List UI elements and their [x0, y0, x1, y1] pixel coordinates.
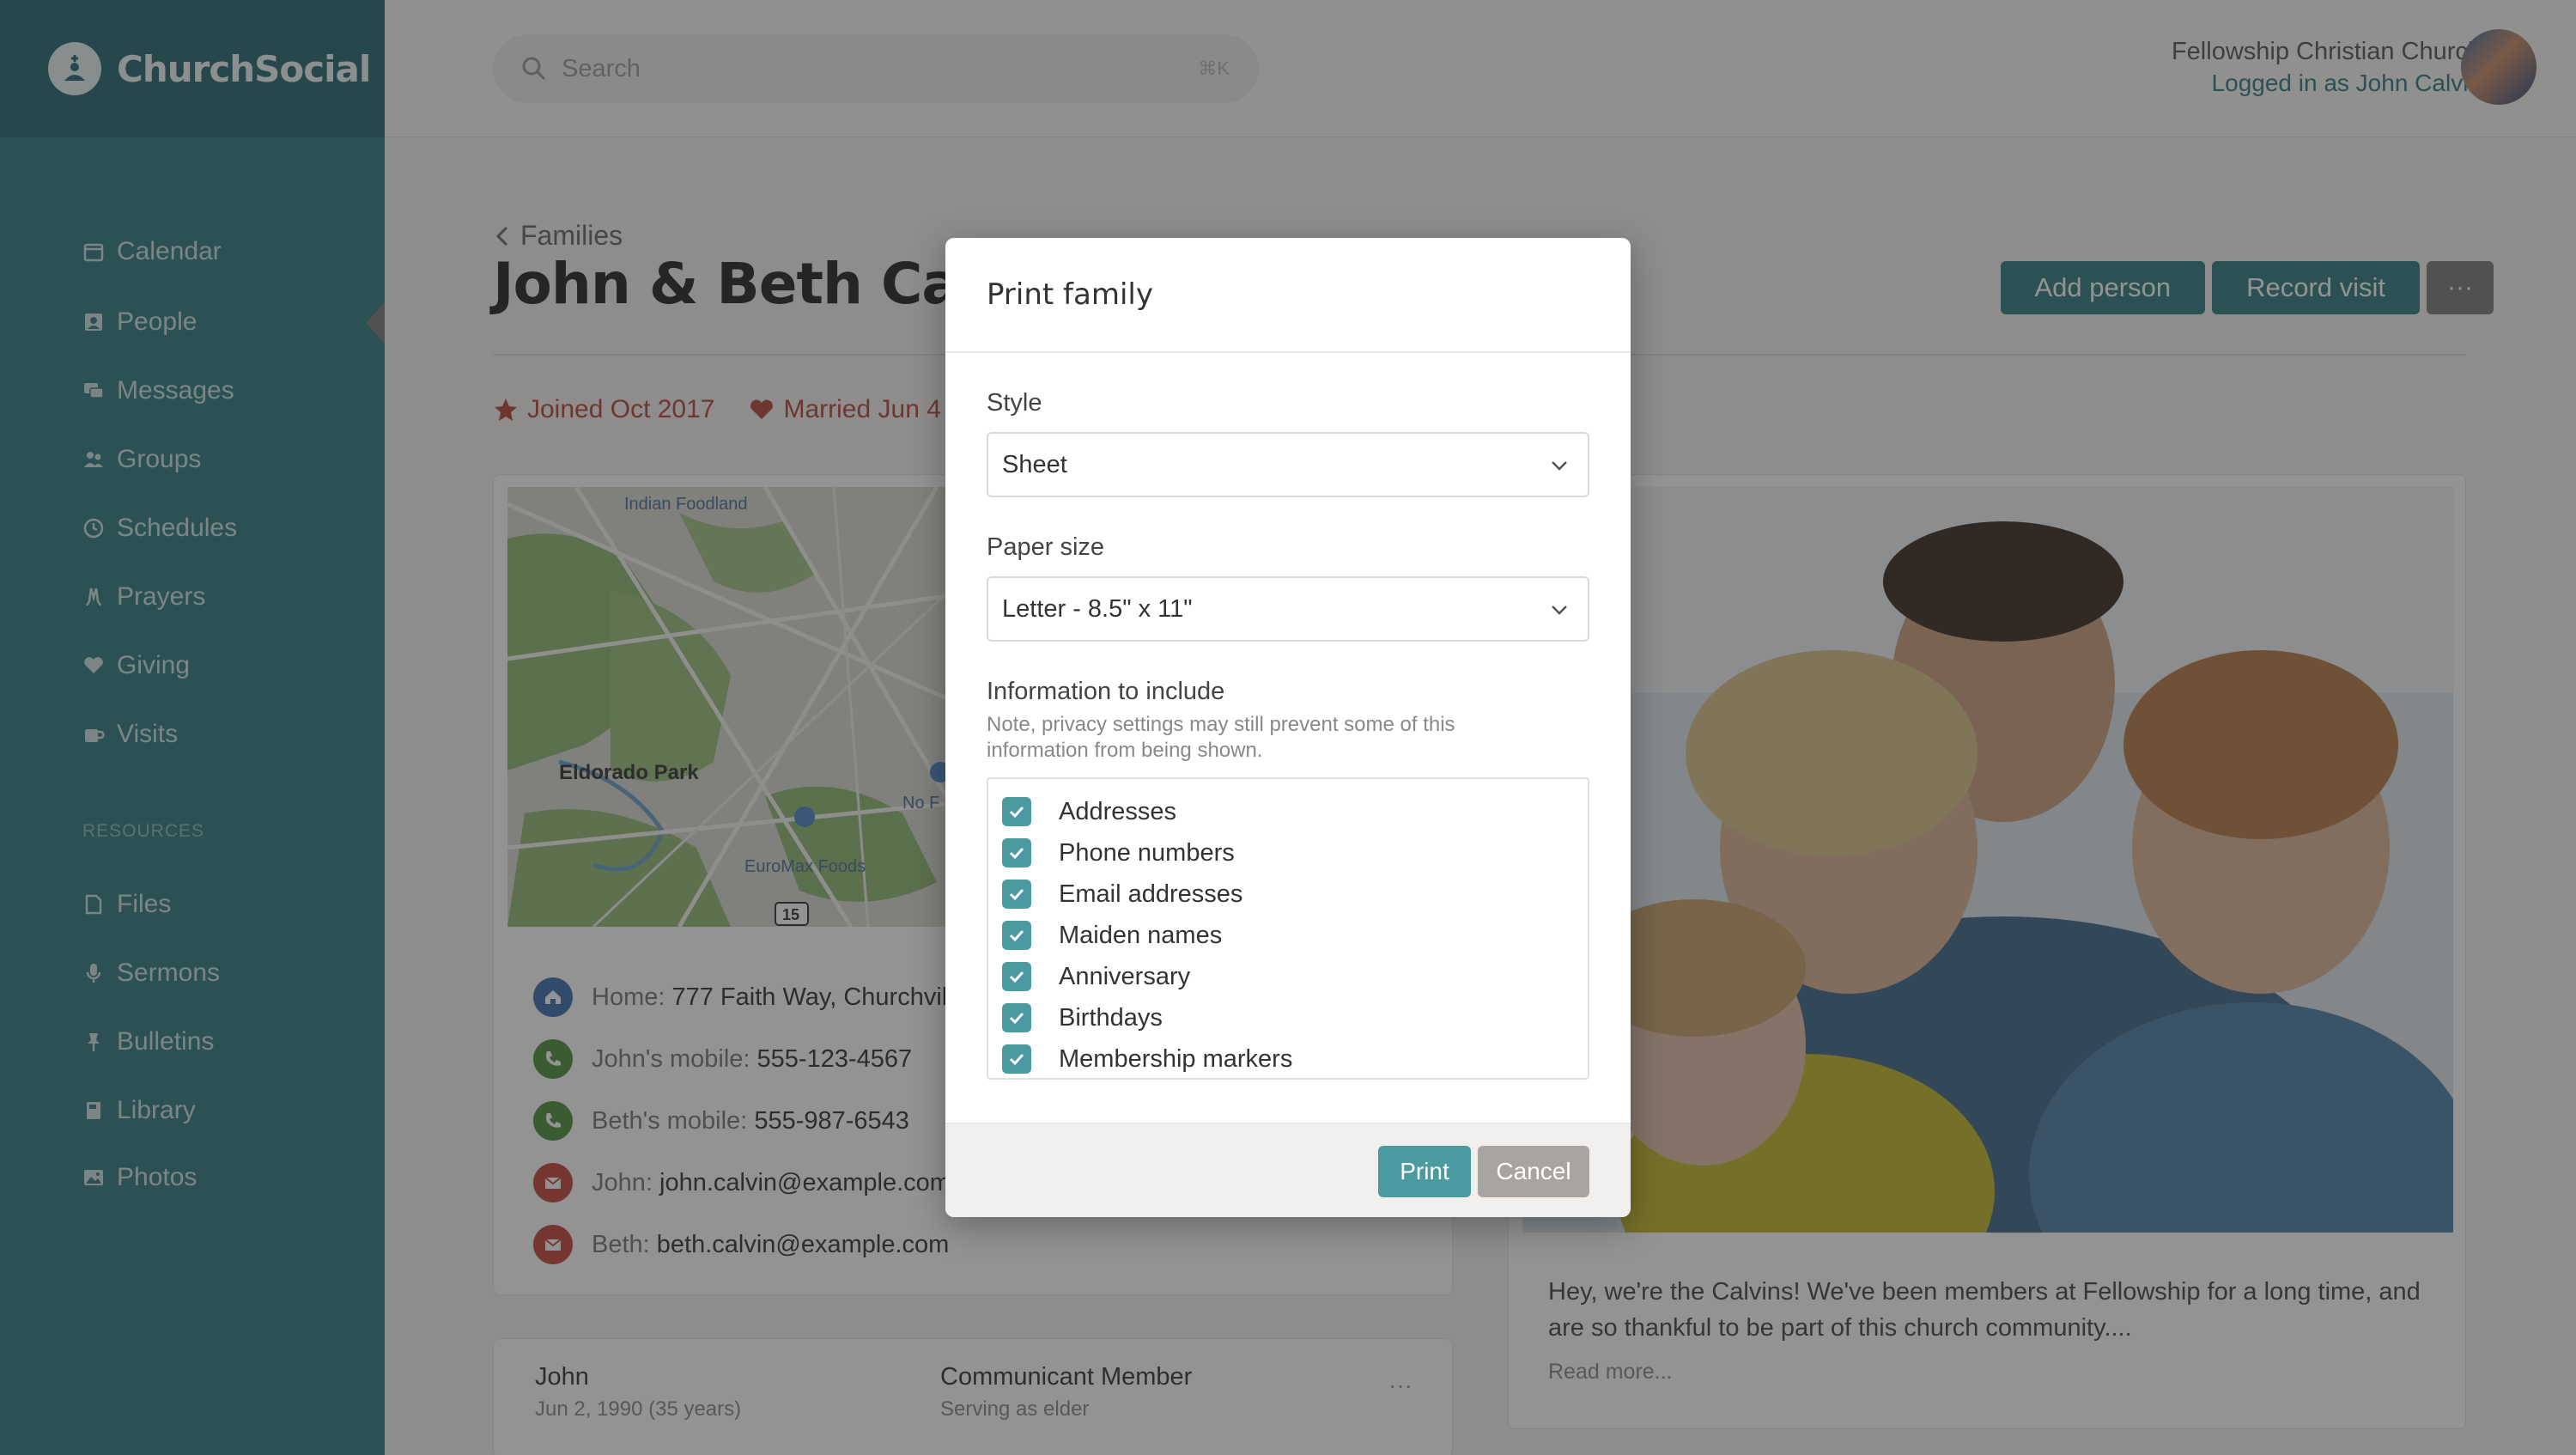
option-label: Addresses	[1059, 797, 1177, 825]
option-label: Membership markers	[1059, 1044, 1293, 1073]
option-maiden-names[interactable]: Maiden names	[988, 915, 1588, 956]
dialog-footer: Print Cancel	[945, 1123, 1631, 1217]
style-label: Style	[987, 389, 1042, 417]
chevron-down-icon	[1552, 606, 1567, 615]
chevron-down-icon	[1552, 461, 1567, 471]
option-addresses[interactable]: Addresses	[988, 791, 1588, 832]
option-label: Email addresses	[1059, 880, 1243, 908]
info-include-label: Information to include	[987, 678, 1225, 705]
checkbox-checked[interactable]	[1002, 797, 1031, 826]
option-birthdays[interactable]: Birthdays	[988, 997, 1588, 1038]
option-label: Birthdays	[1059, 1003, 1163, 1032]
privacy-note: Note, privacy settings may still prevent…	[987, 713, 1455, 762]
checkbox-checked[interactable]	[1002, 1044, 1031, 1074]
option-label: Anniversary	[1059, 962, 1191, 990]
dialog-title: Print family	[987, 277, 1153, 312]
option-label: Phone numbers	[1059, 838, 1235, 867]
paper-size-select[interactable]: Letter - 8.5" x 11"	[987, 576, 1589, 642]
cancel-button[interactable]: Cancel	[1478, 1146, 1589, 1197]
paper-size-value: Letter - 8.5" x 11"	[1002, 594, 1193, 623]
option-label: Maiden names	[1059, 921, 1223, 949]
print-button[interactable]: Print	[1378, 1146, 1471, 1197]
checkbox-checked[interactable]	[1002, 1003, 1031, 1032]
option-anniversary[interactable]: Anniversary	[988, 956, 1588, 997]
style-select[interactable]: Sheet	[987, 432, 1589, 497]
paper-size-label: Paper size	[987, 533, 1105, 561]
checkbox-checked[interactable]	[1002, 838, 1031, 868]
checkbox-checked[interactable]	[1002, 921, 1031, 950]
option-membership-markers[interactable]: Membership markers	[988, 1038, 1588, 1080]
checkbox-checked[interactable]	[1002, 962, 1031, 991]
dialog-header: Print family	[945, 238, 1631, 353]
print-family-dialog: Print family Style Sheet Paper size Lett…	[945, 238, 1631, 1217]
checkbox-checked[interactable]	[1002, 880, 1031, 909]
include-options-list: Addresses Phone numbers Email addresses …	[987, 777, 1589, 1080]
style-value: Sheet	[1002, 450, 1067, 478]
option-email-addresses[interactable]: Email addresses	[988, 874, 1588, 915]
option-phone-numbers[interactable]: Phone numbers	[988, 832, 1588, 874]
